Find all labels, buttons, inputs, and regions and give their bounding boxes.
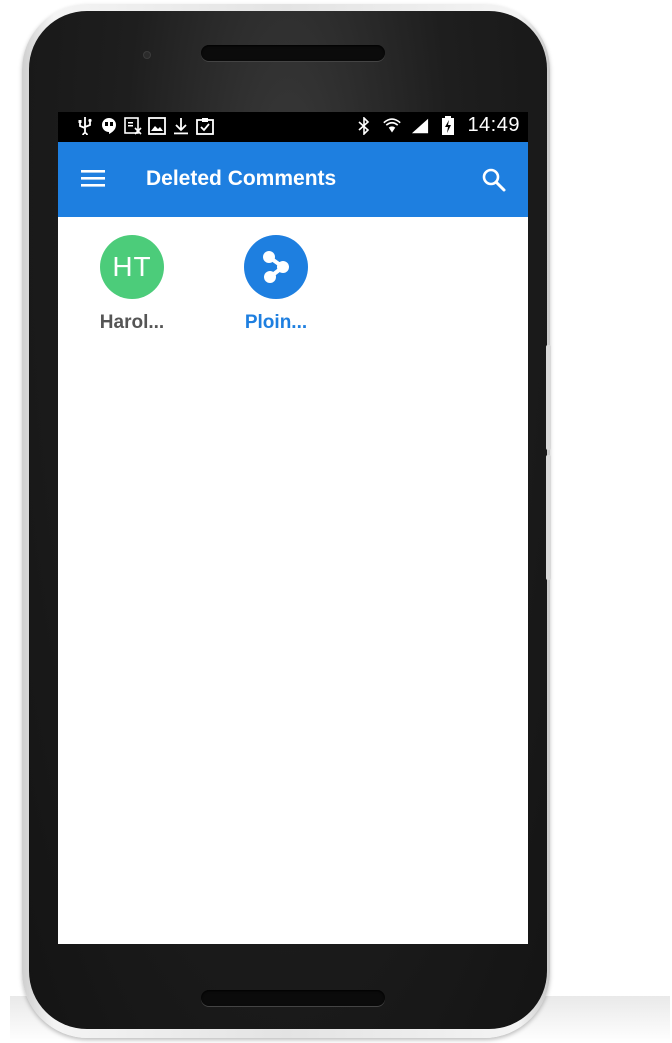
search-icon xyxy=(482,168,506,192)
menu-icon xyxy=(81,170,105,187)
app-bar: Deleted Comments xyxy=(58,142,528,217)
battery-charging-icon xyxy=(439,115,457,136)
menu-button[interactable] xyxy=(80,168,108,192)
front-camera xyxy=(144,52,150,58)
wifi-icon xyxy=(383,116,402,136)
volume-button xyxy=(546,345,551,450)
grid-item-harol[interactable]: HT Harol... xyxy=(79,235,189,345)
status-system: 14:49 xyxy=(355,114,520,137)
search-button[interactable] xyxy=(480,166,510,196)
status-notifications xyxy=(76,116,214,136)
grid-item-label: Ploin... xyxy=(244,312,308,333)
no-sim-icon xyxy=(124,116,142,136)
share-nodes-icon xyxy=(263,251,289,283)
avatar xyxy=(244,235,308,299)
bluetooth-icon xyxy=(355,116,373,136)
avatar-initials: HT xyxy=(112,251,152,282)
usb-icon xyxy=(76,116,94,136)
clipboard-check-icon xyxy=(196,116,214,136)
hangouts-icon xyxy=(100,116,118,136)
grid-item-ploin[interactable]: Ploin... xyxy=(223,235,333,345)
clock: 14:49 xyxy=(467,114,520,136)
earpiece-speaker xyxy=(201,45,385,61)
signal-icon xyxy=(411,116,429,136)
bottom-speaker xyxy=(201,990,385,1006)
power-button xyxy=(546,455,551,580)
download-icon xyxy=(172,116,190,136)
screen: 14:49 Deleted Comments HT Harol... Ploin… xyxy=(58,112,528,944)
image-icon xyxy=(148,116,166,136)
status-bar: 14:49 xyxy=(58,112,528,142)
grid-item-label: Harol... xyxy=(99,312,165,333)
page-title: Deleted Comments xyxy=(146,167,337,190)
device-frame: 14:49 Deleted Comments HT Harol... Ploin… xyxy=(0,0,672,1043)
avatar: HT xyxy=(100,235,164,299)
